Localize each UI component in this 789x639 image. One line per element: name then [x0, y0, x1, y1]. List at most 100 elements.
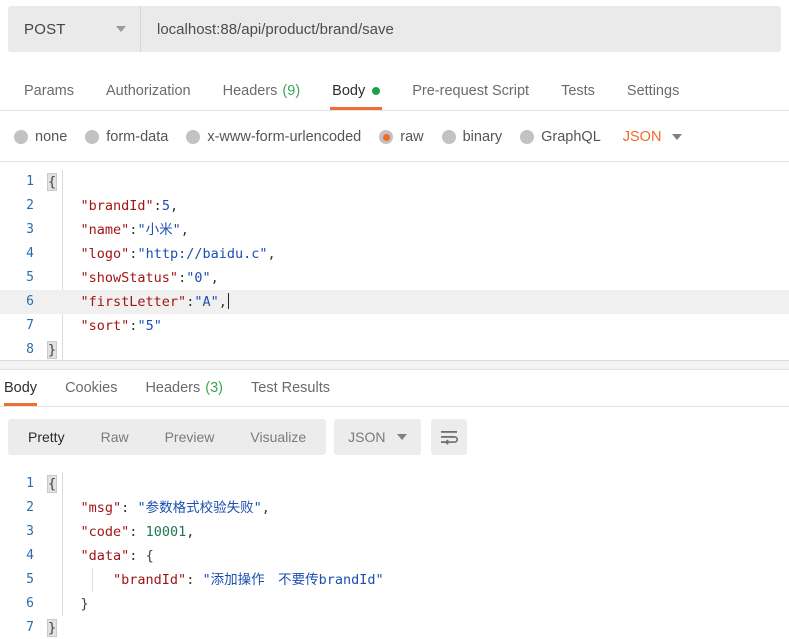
- line-number: 7: [26, 318, 34, 333]
- code-token-comma: ,: [180, 222, 189, 238]
- code-line[interactable]: 5 "brandId": "添加操作 不要传brandId": [0, 568, 789, 592]
- response-format-selector[interactable]: JSON: [334, 419, 421, 455]
- code-token-comma: ,: [186, 524, 195, 540]
- response-format-label: JSON: [348, 429, 386, 445]
- view-mode-pretty-label: Pretty: [28, 429, 65, 445]
- tab-body[interactable]: Body: [316, 72, 396, 110]
- radio-icon: [441, 130, 456, 144]
- response-tab-test-results[interactable]: Test Results: [237, 370, 344, 406]
- tab-pre-request-script-label: Pre-request Script: [412, 83, 530, 99]
- code-line[interactable]: 5 "showStatus":"0",: [0, 266, 789, 290]
- tab-settings[interactable]: Settings: [611, 72, 695, 110]
- body-type-options: none form-data x-www-form-urlencoded raw…: [0, 118, 789, 156]
- http-method-selector[interactable]: POST: [8, 6, 141, 52]
- code-line[interactable]: 4 "logo":"http://baidu.c",: [0, 242, 789, 266]
- response-tab-headers-label: Headers: [145, 380, 201, 396]
- view-mode-pretty[interactable]: Pretty: [10, 419, 83, 455]
- response-tab-body[interactable]: Body: [0, 370, 51, 406]
- code-line[interactable]: 3 "code": 10001,: [0, 520, 789, 544]
- body-type-divider: [0, 161, 789, 162]
- code-line[interactable]: 7 }: [0, 616, 789, 639]
- tab-params[interactable]: Params: [8, 72, 90, 110]
- code-token-key: "showStatus": [80, 270, 179, 286]
- response-tab-body-label: Body: [4, 380, 38, 396]
- line-number: 3: [26, 524, 34, 539]
- code-line[interactable]: 3 "name":"小米",: [0, 218, 789, 242]
- response-body-editor[interactable]: 1 { 2 "msg": "参数格式校验失败", 3 "code": 10001…: [0, 472, 789, 639]
- code-token-key: "brandId": [80, 198, 154, 214]
- code-token-value: "5": [137, 318, 162, 334]
- radio-selected-icon: [379, 130, 394, 144]
- body-type-graphql[interactable]: GraphQL: [520, 129, 601, 145]
- tab-pre-request-script[interactable]: Pre-request Script: [396, 72, 545, 110]
- chevron-down-icon: [396, 434, 407, 440]
- code-token-key: "msg": [80, 500, 122, 516]
- code-line[interactable]: 4 "data": {: [0, 544, 789, 568]
- request-tabs-divider: [0, 110, 789, 111]
- view-mode-preview[interactable]: Preview: [147, 419, 233, 455]
- code-token-key: "code": [80, 524, 130, 540]
- code-token-brace: }: [46, 341, 58, 359]
- code-token-brace: {: [46, 475, 58, 493]
- code-token-colon: :: [186, 572, 195, 588]
- code-token-comma: ,: [261, 500, 270, 516]
- body-type-none[interactable]: none: [14, 129, 67, 145]
- view-mode-visualize-label: Visualize: [250, 429, 307, 445]
- response-tab-headers[interactable]: Headers (3): [131, 370, 237, 406]
- response-tab-cookies[interactable]: Cookies: [51, 370, 131, 406]
- code-line[interactable]: 6 }: [0, 592, 789, 616]
- tab-settings-label: Settings: [626, 83, 680, 99]
- pane-splitter[interactable]: [0, 361, 789, 369]
- tab-headers[interactable]: Headers (9): [207, 72, 317, 110]
- code-line[interactable]: 2 "brandId":5,: [0, 194, 789, 218]
- code-token-brace: }: [80, 596, 89, 612]
- tab-body-label: Body: [332, 83, 366, 99]
- request-tabs: Params Authorization Headers (9) Body Pr…: [0, 72, 789, 110]
- body-type-form-data-label: form-data: [106, 129, 169, 145]
- body-type-raw-label: raw: [400, 129, 424, 145]
- text-cursor: [227, 293, 229, 309]
- code-line[interactable]: 1 {: [0, 170, 789, 194]
- line-number: 6: [26, 596, 34, 611]
- view-mode-raw[interactable]: Raw: [83, 419, 147, 455]
- line-number: 1: [26, 174, 34, 189]
- code-token-colon: :: [129, 524, 138, 540]
- line-number: 7: [26, 620, 34, 635]
- tab-tests-label: Tests: [561, 83, 595, 99]
- code-token-brace: {: [145, 548, 154, 564]
- code-line-active[interactable]: 6 "firstLetter":"A",: [0, 290, 789, 314]
- code-token-brace: }: [46, 619, 58, 637]
- body-type-raw[interactable]: raw: [379, 129, 424, 145]
- line-number: 5: [26, 572, 34, 587]
- tab-tests[interactable]: Tests: [545, 72, 611, 110]
- line-number: 5: [26, 270, 34, 285]
- http-method-label: POST: [24, 20, 66, 38]
- code-line[interactable]: 8 }: [0, 338, 789, 362]
- postman-request-response-view: POST localhost:88/api/product/brand/save…: [0, 0, 789, 639]
- line-number: 3: [26, 222, 34, 237]
- tab-headers-count: (9): [282, 83, 301, 99]
- chevron-down-icon: [672, 134, 683, 140]
- body-type-graphql-label: GraphQL: [541, 129, 601, 145]
- request-body-editor[interactable]: 1 { 2 "brandId":5, 3 "name":"小米", 4 "log…: [0, 170, 789, 362]
- view-mode-visualize[interactable]: Visualize: [232, 419, 324, 455]
- code-token-key: "name": [80, 222, 130, 238]
- code-line[interactable]: 1 {: [0, 472, 789, 496]
- code-line[interactable]: 2 "msg": "参数格式校验失败",: [0, 496, 789, 520]
- body-type-x-www-form-urlencoded[interactable]: x-www-form-urlencoded: [186, 129, 361, 145]
- code-line[interactable]: 7 "sort":"5": [0, 314, 789, 338]
- code-token-value: 5: [161, 198, 170, 214]
- code-token-colon: :: [129, 548, 138, 564]
- code-token-brace: {: [46, 173, 58, 191]
- code-token-key: "firstLetter": [80, 294, 187, 310]
- body-type-binary-label: binary: [462, 129, 503, 145]
- word-wrap-button[interactable]: [430, 419, 467, 455]
- view-mode-raw-label: Raw: [100, 429, 129, 445]
- body-type-binary[interactable]: binary: [441, 129, 503, 145]
- code-token-colon: :: [178, 270, 187, 286]
- body-type-form-data[interactable]: form-data: [85, 129, 168, 145]
- line-number: 1: [26, 476, 34, 491]
- url-input[interactable]: localhost:88/api/product/brand/save: [141, 6, 781, 52]
- request-format-selector[interactable]: JSON: [623, 129, 683, 145]
- tab-authorization[interactable]: Authorization: [90, 72, 207, 110]
